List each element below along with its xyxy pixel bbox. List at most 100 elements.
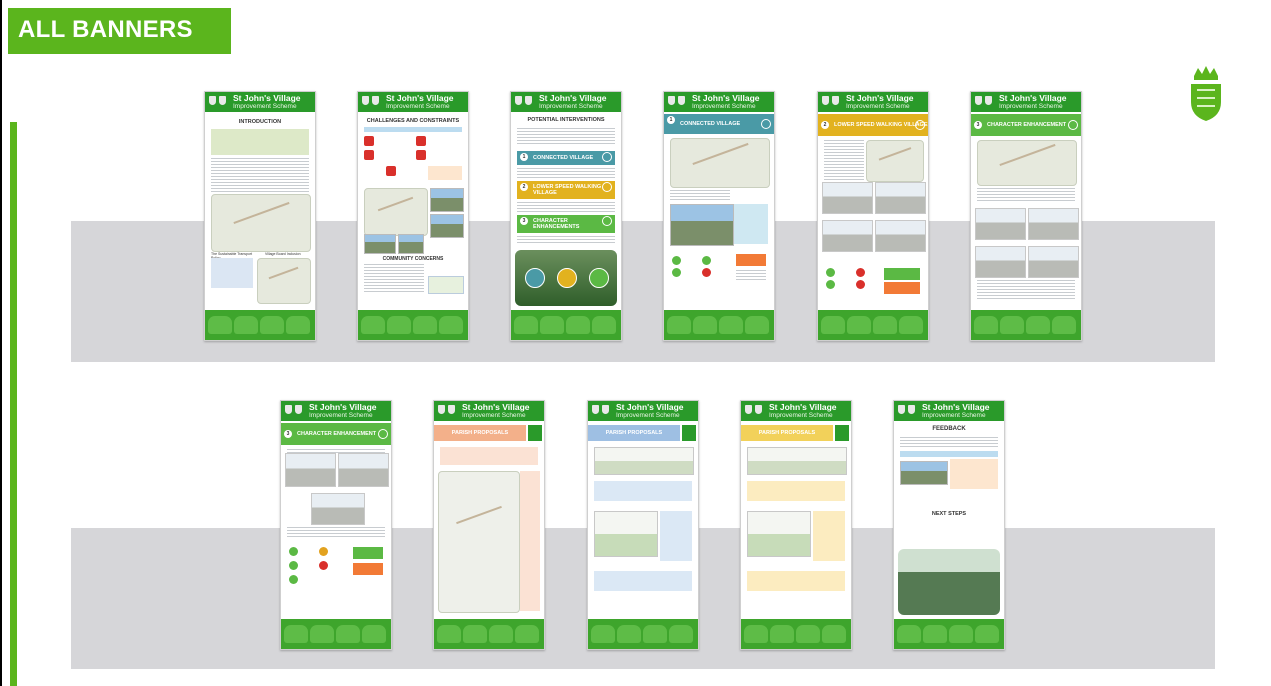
number-badge: 3 <box>520 217 528 225</box>
map-image <box>866 140 924 182</box>
map-image <box>977 140 1077 186</box>
banner-heading: CHARACTER ENHANCEMENT <box>297 431 377 437</box>
intervention-character: 3 CHARACTER ENHANCEMENTS <box>517 215 615 233</box>
banner-character-enhancement-2[interactable]: St John's Village Improvement Scheme 3 C… <box>280 400 392 650</box>
banner-parish-proposals-3[interactable]: St John's Village Improvement Scheme PAR… <box>740 400 852 650</box>
ring-icon <box>378 429 388 439</box>
banner-potential-interventions[interactable]: St John's Village Improvement Scheme POT… <box>510 91 622 341</box>
banner-header: St John's Village Improvement Scheme <box>358 92 468 112</box>
warning-icon <box>386 166 396 176</box>
map-image <box>670 138 770 188</box>
check-icon <box>826 280 835 289</box>
text-block <box>900 437 998 449</box>
shield-icon <box>362 96 369 105</box>
shield-icon <box>668 96 675 105</box>
text-block <box>517 202 615 212</box>
site-plan <box>438 471 520 613</box>
church-photo <box>898 549 1000 615</box>
photo <box>364 234 396 254</box>
crest-icon <box>1191 66 1221 121</box>
parish-crest-icon <box>528 425 542 441</box>
ring-icon <box>602 152 612 162</box>
text-block <box>824 140 864 180</box>
character-circle <box>589 268 609 288</box>
cross-icon <box>856 280 865 289</box>
banner-character-enhancement[interactable]: St John's Village Improvement Scheme 3 C… <box>970 91 1082 341</box>
text-block <box>287 527 385 537</box>
banner-challenges[interactable]: St John's Village Improvement Scheme CHA… <box>357 91 469 341</box>
street-sketch <box>311 493 365 525</box>
banner-parish-proposals-2[interactable]: St John's Village Improvement Scheme PAR… <box>587 400 699 650</box>
banner-header: St John's Village Improvement Scheme <box>664 92 774 112</box>
map-image <box>211 194 311 252</box>
intervention-connected: 1 CONNECTED VILLAGE <box>517 151 615 165</box>
banner-title: St John's Village <box>769 402 837 412</box>
ring-icon <box>602 216 612 226</box>
section-bar: 1 CONNECTED VILLAGE <box>664 114 774 134</box>
note-box <box>428 166 462 180</box>
speed-circle <box>557 268 577 288</box>
banner-subtitle: Improvement Scheme <box>386 103 450 110</box>
banner-heading: POTENTIAL INTERVENTIONS <box>527 117 605 123</box>
cross-icon <box>319 561 328 570</box>
banner-subtitle: Improvement Scheme <box>539 103 603 110</box>
number-badge: 2 <box>520 183 528 191</box>
ring-icon <box>602 182 612 192</box>
shield-icon <box>908 405 915 414</box>
table-block <box>211 129 309 155</box>
banner-introduction[interactable]: St John's Village Improvement Scheme INT… <box>204 91 316 341</box>
shield-icon <box>822 96 829 105</box>
info-strip <box>900 451 998 457</box>
number-badge: 1 <box>520 153 528 161</box>
church-sketch <box>747 511 811 557</box>
warning-icon <box>416 136 426 146</box>
banner-header: St John's Village Improvement Scheme <box>818 92 928 112</box>
number-badge: 3 <box>974 121 982 129</box>
banner-title: St John's Village <box>309 402 377 412</box>
text-block <box>977 280 1075 300</box>
banner-title: St John's Village <box>462 402 530 412</box>
shield-icon <box>602 405 609 414</box>
banner-feedback[interactable]: St John's Village Improvement Scheme FEE… <box>893 400 1005 650</box>
banner-lower-speed[interactable]: St John's Village Improvement Scheme 2 L… <box>817 91 929 341</box>
shield-icon <box>592 405 599 414</box>
parish-crest-icon <box>835 425 849 441</box>
text-block <box>364 264 424 294</box>
shield-icon <box>448 405 455 414</box>
warning-icon <box>319 547 328 556</box>
banner-header: St John's Village Improvement Scheme <box>741 401 851 421</box>
content-panel <box>813 511 845 561</box>
banner-header: St John's Village Improvement Scheme <box>588 401 698 421</box>
banner-connected-village[interactable]: St John's Village Improvement Scheme 1 C… <box>663 91 775 341</box>
banner-subtitle: Improvement Scheme <box>309 412 373 419</box>
text-block <box>517 168 615 178</box>
banner-heading: PARISH PROPOSALS <box>588 425 680 441</box>
text-block <box>211 158 309 192</box>
cross-icon <box>856 268 865 277</box>
banner-footer <box>894 619 1004 649</box>
warning-icon <box>364 136 374 146</box>
banner-subtitle: Improvement Scheme <box>846 103 910 110</box>
page-title: ALL BANNERS <box>18 16 193 43</box>
banner-heading: INTRODUCTION <box>238 119 282 125</box>
banner-subtitle: Improvement Scheme <box>616 412 680 419</box>
shield-icon <box>985 96 992 105</box>
banner-header: St John's Village Improvement Scheme <box>511 92 621 112</box>
parish-crest-icon <box>682 425 696 441</box>
street-sketch <box>285 453 336 487</box>
shield-icon <box>898 405 905 414</box>
village-sketch <box>747 447 847 475</box>
banner-footer <box>511 310 621 340</box>
map-image <box>364 188 428 236</box>
banner-title: St John's Village <box>233 93 301 103</box>
map-image <box>257 258 311 304</box>
photo <box>430 214 464 238</box>
intervention-lower-speed: 2 LOWER SPEED WALKING VILLAGE <box>517 181 615 199</box>
banner-parish-proposals-1[interactable]: St John's Village Improvement Scheme PAR… <box>433 400 545 650</box>
text-block <box>517 128 615 144</box>
section-bar: 3 CHARACTER ENHANCEMENT <box>971 114 1081 136</box>
content-panel <box>440 447 538 465</box>
banner-subtitle: Improvement Scheme <box>692 103 756 110</box>
ring-icon <box>915 120 925 130</box>
banner-footer <box>664 310 774 340</box>
